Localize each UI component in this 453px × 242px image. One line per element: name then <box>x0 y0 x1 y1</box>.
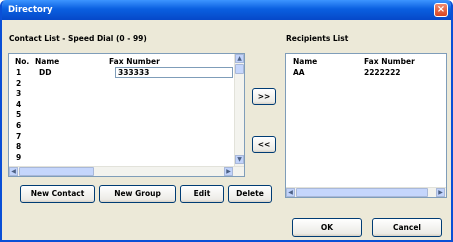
recipients-list-table[interactable]: Name Fax Number AA 2222222 ◀ ▶ <box>285 53 447 198</box>
column-header-name[interactable]: Name <box>293 57 317 66</box>
contact-no-cell: 5 <box>16 110 22 120</box>
contact-hscroll-thumb[interactable] <box>19 167 94 176</box>
delete-button[interactable]: Delete <box>228 185 272 203</box>
contact-no-cell: 6 <box>16 121 22 130</box>
scroll-left-arrow-icon[interactable]: ◀ <box>9 167 18 176</box>
add-recipient-button[interactable]: >> <box>252 88 276 105</box>
ok-button[interactable]: OK <box>292 218 362 237</box>
contact-vscroll-thumb[interactable] <box>235 64 244 74</box>
recipients-hscroll-thumb[interactable] <box>296 188 428 197</box>
table-row[interactable]: 2 <box>9 79 223 88</box>
contact-no-cell: 4 <box>16 99 22 109</box>
directory-dialog: Directory × Contact List - Speed Dial (0… <box>0 0 453 242</box>
recipient-fax-cell: 2222222 <box>364 68 401 77</box>
contact-vertical-scrollbar[interactable]: ▲ ▼ <box>234 54 244 166</box>
table-row[interactable]: 4 <box>9 100 223 109</box>
new-contact-button[interactable]: New Contact <box>20 185 95 203</box>
scroll-down-arrow-icon[interactable]: ▼ <box>235 155 244 164</box>
table-row[interactable]: 1 DD 333333 <box>9 68 223 77</box>
contact-list-label: Contact List - Speed Dial (0 - 99) <box>9 34 147 43</box>
contact-fax-cell: 333333 <box>118 68 150 77</box>
column-header-no[interactable]: No. <box>15 57 29 66</box>
new-group-button[interactable]: New Group <box>99 185 176 203</box>
table-row[interactable]: 5 <box>9 110 223 119</box>
contact-horizontal-scrollbar[interactable]: ◀ ▶ <box>9 166 244 176</box>
contact-no-cell: 9 <box>16 152 22 162</box>
contact-no-cell: 8 <box>16 142 22 152</box>
column-header-fax[interactable]: Fax Number <box>364 57 415 66</box>
table-row[interactable]: 6 <box>9 121 223 130</box>
contact-name-cell: DD <box>39 68 52 77</box>
scroll-right-arrow-icon[interactable]: ▶ <box>224 167 233 176</box>
scroll-left-arrow-icon[interactable]: ◀ <box>286 188 295 197</box>
close-icon[interactable]: × <box>434 3 448 17</box>
scroll-up-arrow-icon[interactable]: ▲ <box>235 54 244 63</box>
table-row[interactable]: 7 <box>9 132 223 141</box>
table-row[interactable]: 9 <box>9 153 223 162</box>
contact-no-cell: 3 <box>16 89 22 99</box>
recipients-horizontal-scrollbar[interactable]: ◀ ▶ <box>286 187 446 197</box>
window-title: Directory <box>8 5 53 15</box>
contact-no-cell: 7 <box>16 131 22 141</box>
recipient-name-cell: AA <box>293 68 305 77</box>
table-row[interactable]: 8 <box>9 142 223 151</box>
remove-recipient-button[interactable]: << <box>252 136 276 153</box>
contact-no-cell: 2 <box>16 78 22 88</box>
table-row[interactable]: 3 <box>9 89 223 98</box>
cancel-button[interactable]: Cancel <box>372 218 442 237</box>
column-header-fax[interactable]: Fax Number <box>109 57 160 66</box>
edit-button[interactable]: Edit <box>180 185 224 203</box>
table-row[interactable]: AA 2222222 <box>286 68 436 77</box>
contact-list-table[interactable]: No. Name Fax Number 1 DD 333333 2 3 4 5 6 7 8 9 ▲ … <box>8 53 245 177</box>
contact-no-cell: 1 <box>16 68 22 77</box>
column-header-name[interactable]: Name <box>35 57 59 66</box>
title-bar[interactable]: Directory × <box>2 0 451 20</box>
recipients-list-label: Recipients List <box>286 34 349 43</box>
scroll-right-arrow-icon[interactable]: ▶ <box>436 188 445 197</box>
